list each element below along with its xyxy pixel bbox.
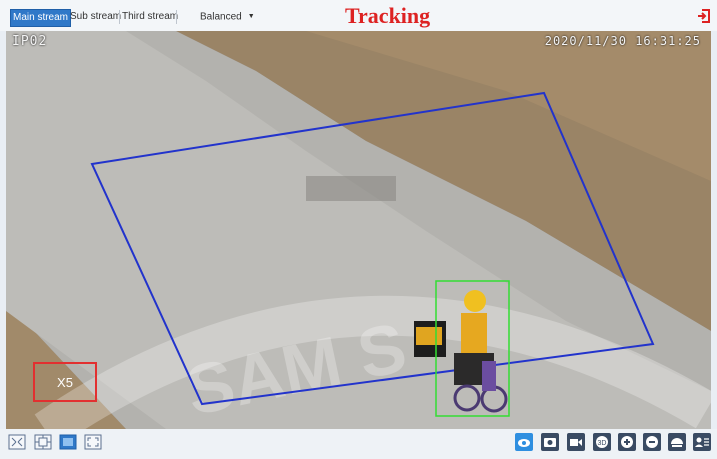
top-bar: Main stream Sub stream Third stream Bala… bbox=[0, 0, 717, 31]
view-eye-icon[interactable] bbox=[515, 433, 533, 451]
3d-zoom-icon[interactable]: 3D bbox=[593, 433, 611, 451]
zoom-label: X5 bbox=[57, 375, 73, 390]
exit-icon[interactable] bbox=[696, 8, 712, 24]
ptz-icon[interactable] bbox=[668, 433, 686, 451]
zoom-out-icon[interactable] bbox=[643, 433, 661, 451]
tab-divider bbox=[176, 10, 177, 24]
chevron-down-icon: ▼ bbox=[247, 13, 255, 20]
bottom-toolbar: 3D bbox=[0, 429, 717, 459]
quality-dropdown[interactable]: Balanced ▼ bbox=[200, 9, 255, 26]
stretch-icon[interactable] bbox=[59, 433, 77, 451]
zoom-indicator: X5 bbox=[33, 362, 97, 402]
original-size-icon[interactable] bbox=[34, 433, 52, 451]
tab-sub-stream[interactable]: Sub stream bbox=[68, 9, 123, 25]
tab-main-stream[interactable]: Main stream bbox=[10, 9, 72, 27]
timestamp-overlay: 2020/11/30 16:31:25 bbox=[544, 34, 701, 48]
tab-third-stream[interactable]: Third stream bbox=[120, 9, 180, 25]
camera-name-overlay: IP02 bbox=[12, 34, 48, 49]
video-view[interactable]: SAM S IP02 2020/11/30 16:31:25 X5 bbox=[6, 31, 711, 429]
user-track-icon[interactable] bbox=[693, 433, 711, 451]
page-title: Tracking bbox=[345, 3, 431, 28]
zoom-in-icon[interactable] bbox=[618, 433, 636, 451]
fit-window-icon[interactable] bbox=[8, 433, 26, 451]
svg-text:3D: 3D bbox=[598, 440, 607, 447]
video-frame: SAM S bbox=[6, 31, 711, 429]
snapshot-icon[interactable] bbox=[541, 433, 559, 451]
record-icon[interactable] bbox=[567, 433, 585, 451]
fullscreen-icon[interactable] bbox=[84, 433, 102, 451]
quality-value: Balanced bbox=[200, 11, 242, 23]
